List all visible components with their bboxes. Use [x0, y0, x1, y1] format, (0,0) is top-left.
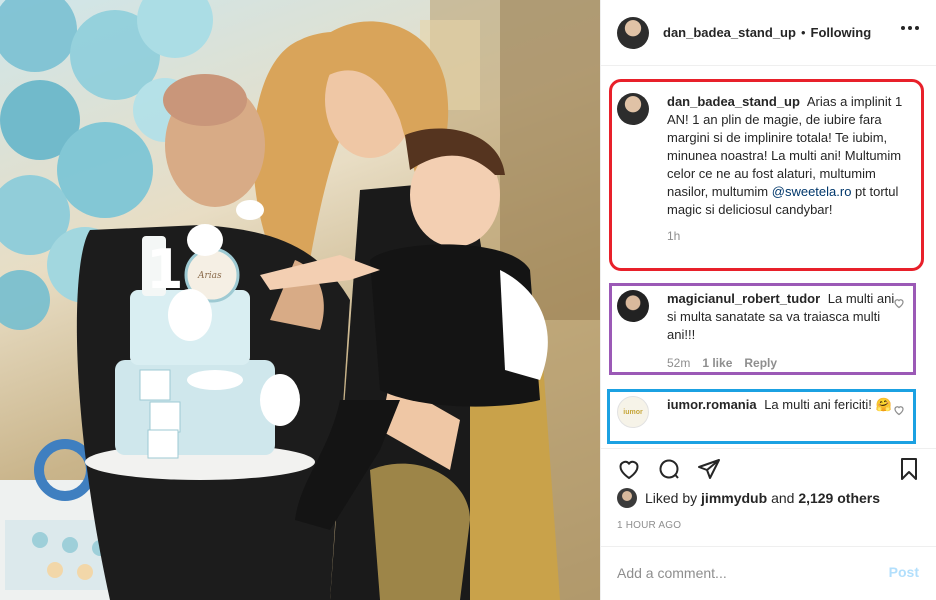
liker-username[interactable]: jimmydub — [701, 490, 767, 506]
author-avatar[interactable] — [617, 16, 649, 49]
likes-summary: Liked by jimmydub and 2,129 others — [617, 488, 880, 508]
post-timestamp[interactable]: 1 HOUR AGO — [617, 520, 681, 531]
cake-plaque: Arias — [197, 271, 222, 281]
likes-others-link[interactable]: 2,129 others — [798, 490, 880, 506]
comment-username[interactable]: iumor.romania — [667, 397, 757, 412]
liker-avatar[interactable] — [617, 488, 637, 508]
comment-bubble-icon[interactable] — [657, 457, 681, 481]
commenter-avatar[interactable]: iumor — [617, 396, 649, 428]
comment-reply-button[interactable]: Reply — [744, 354, 777, 372]
post-side-panel: dan_badea_stand_up • Following dan_badea… — [600, 0, 936, 600]
commenter-avatar[interactable] — [617, 290, 649, 322]
save-bookmark-icon[interactable] — [897, 457, 921, 481]
following-button[interactable]: Following — [811, 25, 872, 40]
comment-item: magicianul_robert_tudor La multi ani si … — [617, 290, 897, 372]
likes-prefix: Liked by — [645, 490, 698, 506]
comment-text: La multi ani fericiti! 🤗 — [764, 397, 892, 412]
more-options-icon[interactable] — [901, 26, 919, 30]
add-comment-input[interactable] — [617, 563, 867, 583]
photo-illustration: 1 Arias — [0, 0, 600, 600]
header-separator: • — [800, 25, 806, 40]
post-header: dan_badea_stand_up • Following — [601, 0, 936, 66]
caption-username[interactable]: dan_badea_stand_up — [667, 94, 800, 109]
comment-time[interactable]: 52m — [667, 354, 690, 372]
comment-like-heart-icon[interactable] — [893, 297, 905, 309]
comment-username[interactable]: magicianul_robert_tudor — [667, 291, 820, 306]
post-comment-button[interactable]: Post — [889, 564, 919, 580]
add-comment-bar: Post — [601, 546, 936, 600]
comment-item: iumor iumor.romania La multi ani fericit… — [617, 396, 897, 428]
cake-number: 1 — [146, 238, 184, 301]
caption-mention-link[interactable]: @sweetela.ro — [772, 184, 852, 199]
comment-like-heart-icon[interactable] — [893, 404, 905, 416]
caption-time[interactable]: 1h — [667, 227, 680, 245]
caption-avatar[interactable] — [617, 93, 649, 125]
post-actions-bar — [601, 448, 936, 488]
post-photo[interactable]: 1 Arias — [0, 0, 600, 600]
like-heart-icon[interactable] — [617, 457, 641, 481]
author-username[interactable]: dan_badea_stand_up — [663, 25, 796, 40]
caption-comment: dan_badea_stand_up Arias a implinit 1 AN… — [617, 93, 917, 245]
share-paper-plane-icon[interactable] — [697, 457, 721, 481]
likes-middle: and — [771, 490, 795, 506]
comment-likes-count[interactable]: 1 like — [702, 354, 732, 372]
commenter-avatar-logo: iumor — [623, 408, 643, 416]
